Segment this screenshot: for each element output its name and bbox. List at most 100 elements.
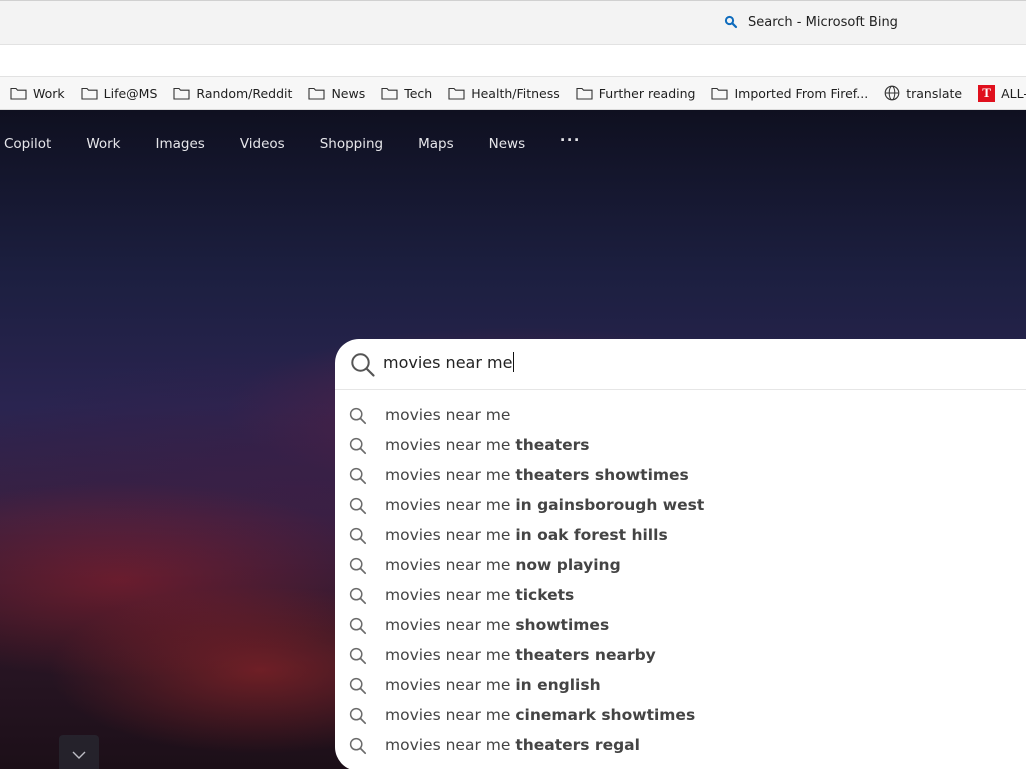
- search-icon: [349, 467, 367, 490]
- suggestion-text: movies near me: [385, 406, 510, 424]
- suggestion-completion: in oak forest hills: [515, 526, 668, 544]
- suggestion-item[interactable]: movies near me theaters showtimes: [335, 460, 1026, 490]
- folder-icon: [81, 87, 98, 100]
- suggestion-item[interactable]: movies near me in gainsborough west: [335, 490, 1026, 520]
- suggestion-completion: theaters showtimes: [515, 466, 689, 484]
- search-icon: [349, 647, 367, 670]
- suggestion-item[interactable]: movies near me theaters nearby: [335, 640, 1026, 670]
- folder-icon: [576, 87, 593, 100]
- favorite-further-reading[interactable]: Further reading: [576, 85, 696, 101]
- suggestion-text: movies near me in english: [385, 676, 601, 694]
- suggestion-item[interactable]: movies near me tickets: [335, 580, 1026, 610]
- suggestion-item[interactable]: movies near me in oak forest hills: [335, 520, 1026, 550]
- favorite-work[interactable]: Work: [10, 86, 65, 101]
- suggestion-item[interactable]: movies near me: [335, 400, 1026, 430]
- suggestion-prefix: movies near me: [385, 406, 511, 424]
- search-icon: [349, 527, 367, 550]
- suggestion-prefix: movies near me: [385, 616, 516, 634]
- nav-videos[interactable]: Videos: [240, 136, 285, 152]
- favorite-tech[interactable]: Tech: [381, 86, 432, 101]
- suggestion-text: movies near me theaters: [385, 436, 590, 454]
- favorite-label: Further reading: [598, 85, 696, 101]
- suggestion-completion: now playing: [515, 556, 621, 574]
- favorite-imported-from-firefox[interactable]: Imported From Firef...: [711, 86, 868, 101]
- suggestion-prefix: movies near me: [385, 436, 516, 454]
- search-input[interactable]: movies near me: [383, 352, 515, 372]
- bing-top-nav: Copilot Work Images Videos Shopping Maps…: [0, 130, 581, 156]
- suggestion-completion: showtimes: [515, 616, 610, 634]
- search-icon[interactable]: [350, 352, 376, 383]
- suggestion-completion: cinemark showtimes: [515, 706, 696, 724]
- suggestion-text: movies near me now playing: [385, 556, 621, 574]
- suggestion-item[interactable]: movies near me now playing: [335, 550, 1026, 580]
- suggestion-completion: tickets: [515, 586, 575, 604]
- search-input-row[interactable]: movies near me: [335, 339, 1026, 390]
- favorite-label: Tech: [404, 85, 433, 101]
- suggestion-prefix: movies near me: [385, 556, 516, 574]
- active-tab[interactable]: Search - Microsoft Bing: [724, 7, 898, 37]
- scroll-down-button[interactable]: [59, 735, 99, 769]
- tab-title: Search - Microsoft Bing: [748, 14, 898, 30]
- favorite-label: Health/Fitness: [471, 85, 560, 101]
- favorite-label: Random/Reddit: [196, 85, 293, 101]
- nav-copilot[interactable]: Copilot: [4, 136, 51, 152]
- suggestion-text: movies near me theaters showtimes: [385, 466, 689, 484]
- favorite-random-reddit[interactable]: Random/Reddit: [173, 86, 292, 101]
- suggestion-completion: theaters: [515, 436, 590, 454]
- folder-icon: [308, 87, 325, 100]
- suggestion-prefix: movies near me: [385, 736, 516, 754]
- text-caret: [513, 352, 515, 372]
- nav-maps[interactable]: Maps: [418, 136, 454, 152]
- search-icon: [349, 407, 367, 430]
- suggestion-text: movies near me in oak forest hills: [385, 526, 668, 544]
- nav-images[interactable]: Images: [156, 136, 205, 152]
- suggestion-prefix: movies near me: [385, 466, 516, 484]
- suggestion-text: movies near me showtimes: [385, 616, 609, 634]
- search-icon: [349, 707, 367, 730]
- suggestion-prefix: movies near me: [385, 496, 516, 514]
- suggestion-prefix: movies near me: [385, 676, 516, 694]
- favorite-health-fitness[interactable]: Health/Fitness: [448, 86, 560, 101]
- suggestion-item[interactable]: movies near me in english: [335, 670, 1026, 700]
- suggestion-completion: in gainsborough west: [515, 496, 705, 514]
- suggestion-prefix: movies near me: [385, 586, 516, 604]
- chevron-down-icon: [72, 751, 86, 759]
- favorite-all-time-100-novels[interactable]: T ALL-TIME 100 Novels...: [978, 84, 1026, 102]
- suggestion-completion: theaters nearby: [515, 646, 656, 664]
- suggestion-item[interactable]: movies near me theaters: [335, 430, 1026, 460]
- more-icon[interactable]: ···: [560, 130, 581, 151]
- suggestion-text: movies near me tickets: [385, 586, 574, 604]
- suggestion-completion: theaters regal: [515, 736, 640, 754]
- suggestion-prefix: movies near me: [385, 646, 516, 664]
- search-icon: [724, 15, 738, 29]
- folder-icon: [381, 87, 398, 100]
- suggestion-prefix: movies near me: [385, 526, 516, 544]
- nav-news[interactable]: News: [489, 136, 525, 152]
- time-logo-icon: T: [978, 84, 996, 102]
- nav-work[interactable]: Work: [86, 136, 120, 152]
- favorite-label: ALL-TIME 100 Novels...: [1001, 85, 1026, 101]
- folder-icon: [10, 87, 27, 100]
- suggestion-item[interactable]: movies near me showtimes: [335, 610, 1026, 640]
- suggestion-text: movies near me theaters regal: [385, 736, 640, 754]
- suggestion-item[interactable]: movies near me theaters regal: [335, 730, 1026, 760]
- favorite-label: translate: [906, 85, 963, 101]
- search-icon: [349, 437, 367, 460]
- suggestion-text: movies near me theaters nearby: [385, 646, 656, 664]
- address-bar[interactable]: [0, 44, 1026, 77]
- search-icon: [349, 497, 367, 520]
- folder-icon: [448, 87, 465, 100]
- tab-strip: Search - Microsoft Bing: [0, 0, 1026, 44]
- favorite-translate[interactable]: translate: [884, 85, 962, 101]
- suggestion-item[interactable]: movies near me cinemark showtimes: [335, 700, 1026, 730]
- favorite-label: Work: [33, 85, 65, 101]
- suggestion-text: movies near me in gainsborough west: [385, 496, 704, 514]
- nav-shopping[interactable]: Shopping: [320, 136, 383, 152]
- search-icon: [349, 677, 367, 700]
- favorites-bar: Work Life@MS Random/Reddit News Tech Hea…: [0, 77, 1026, 110]
- favorite-label: Life@MS: [103, 85, 158, 101]
- favorite-life-ms[interactable]: Life@MS: [81, 85, 158, 101]
- favorite-news[interactable]: News: [308, 86, 365, 101]
- suggestion-prefix: movies near me: [385, 706, 516, 724]
- search-icon: [349, 617, 367, 640]
